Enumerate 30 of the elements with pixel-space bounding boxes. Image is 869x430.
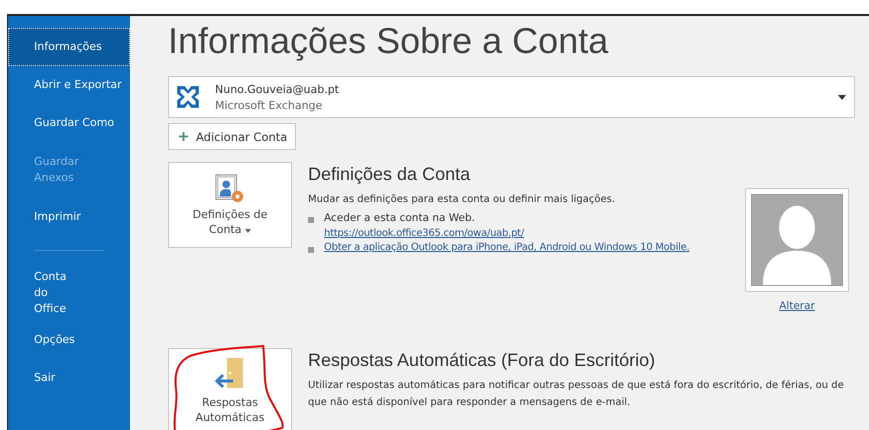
account-settings-button[interactable]: Definições de Conta [168,162,292,248]
account-type: Microsoft Exchange [215,98,324,112]
sidebar-item[interactable]: Informações [8,28,130,66]
section-title: Definições da Conta [308,164,472,185]
sidebar-item[interactable]: Sair [8,359,130,397]
bullet-icon [308,217,314,223]
section-title: Respostas Automáticas (Fora do Escritório) [308,350,656,371]
account-email: Nuno.Gouveia@uab.pt [215,82,340,96]
caret-icon [244,228,251,232]
account-settings-icon [215,174,245,204]
bullet-text: Aceder a esta conta na Web. [324,212,476,224]
sidebar-item[interactable]: Imprimir [8,198,130,236]
change-photo-link[interactable]: Alterar [779,300,815,312]
avatar-silhouette-icon [751,194,843,286]
link[interactable]: https://outlook.office365.com/owa/uab.pt/ [324,228,524,239]
bullet-icon [308,247,314,253]
add-account-button[interactable]: Adicionar Conta [168,123,296,150]
account-selector[interactable]: Nuno.Gouveia@uab.pt Microsoft Exchange [168,76,855,118]
plus-icon [179,132,188,141]
auto-reply-button[interactable]: Respostas Automáticas [168,348,292,430]
link[interactable]: Obter a aplicação Outlook para iPhone, iPad, Android ou Windows 10 Mobile. [324,242,690,253]
exchange-icon [175,84,201,110]
sidebar-item[interactable]: Guardar Como [8,104,130,142]
section-description: Utilizar respostas automáticas para notificar outras pessoas de que está fora do escritório, de férias, ou de que não está disponível para responder a mensagens de e-mail. [308,379,845,410]
sidebar-item[interactable]: Abrir e Exportar [8,66,130,104]
section-description: Mudar as definições para esta conta ou definir mais ligações. [308,193,616,207]
sidebar-item[interactable]: Opções [8,321,130,359]
sidebar-item[interactable]: Conta do Office [8,265,76,321]
page-title: Informações Sobre a Conta [168,20,610,62]
dropdown-caret-icon [838,94,846,100]
